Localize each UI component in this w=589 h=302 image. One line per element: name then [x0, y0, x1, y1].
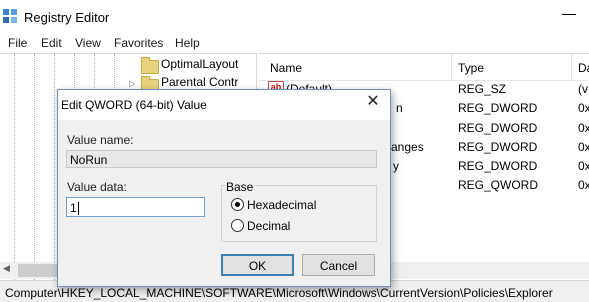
menu-file-label: File	[8, 36, 28, 50]
menu-edit[interactable]: Edit	[41, 36, 62, 50]
radio-hexadecimal[interactable]	[231, 198, 244, 211]
values-list-header	[259, 53, 589, 81]
menu-edit-label: Edit	[41, 36, 62, 50]
folder-icon	[141, 57, 159, 74]
menu-view[interactable]: View	[75, 36, 101, 50]
column-separator[interactable]	[571, 54, 572, 79]
value-data: 0x	[578, 101, 589, 115]
value-type: REG_QWORD	[458, 178, 539, 192]
value-data-text: 1	[70, 201, 77, 215]
column-separator[interactable]	[451, 54, 452, 79]
menu-help-label: Help	[175, 36, 200, 50]
value-type: REG_DWORD	[458, 101, 538, 115]
ok-button[interactable]: OK	[221, 254, 294, 276]
value-data: 0x	[578, 159, 589, 173]
value-data-label: Value data:	[67, 180, 127, 194]
registry-editor-icon	[3, 9, 17, 23]
status-path: Computer\HKEY_LOCAL_MACHINE\SOFTWARE\Mic…	[5, 286, 553, 300]
value-name-label: Value name:	[67, 133, 134, 147]
tree-guide-line	[54, 54, 55, 284]
tree-guide-line	[14, 54, 15, 284]
base-group-label: Base	[225, 180, 255, 194]
value-data: 0x	[578, 121, 589, 135]
value-data-input[interactable]: 1	[66, 197, 205, 217]
window-title: Registry Editor	[24, 10, 110, 25]
column-name[interactable]: Name	[270, 61, 302, 75]
column-data[interactable]: Da	[578, 61, 589, 75]
scroll-left-arrow-icon[interactable]: ◀	[3, 263, 10, 274]
cancel-button[interactable]: Cancel	[302, 254, 375, 276]
value-data: 0x	[578, 140, 589, 154]
minimize-button[interactable]	[562, 14, 576, 15]
value-type: REG_SZ	[458, 82, 507, 96]
expand-arrow-icon[interactable]: ▷	[129, 79, 135, 88]
tree-item-optimallayout[interactable]: OptimalLayout	[161, 57, 238, 71]
radio-decimal[interactable]	[231, 219, 244, 232]
value-data: 0x	[578, 178, 589, 192]
tree-guide-line	[34, 54, 35, 284]
menu-help[interactable]: Help	[175, 36, 200, 50]
value-name[interactable]: n	[396, 101, 403, 115]
value-type: REG_DWORD	[458, 140, 538, 154]
menu-favorites[interactable]: Favorites	[114, 36, 163, 50]
value-type: REG_DWORD	[458, 121, 538, 135]
radio-hexadecimal-label[interactable]: Hexadecimal	[247, 198, 316, 212]
tree-item-parental-controls[interactable]: Parental Contr	[161, 75, 238, 89]
value-name[interactable]: anges	[391, 140, 424, 154]
radio-decimal-label[interactable]: Decimal	[247, 219, 290, 233]
value-name[interactable]: y	[393, 159, 399, 173]
menu-view-label: View	[75, 36, 101, 50]
value-type: REG_DWORD	[458, 159, 538, 173]
value-data: (v	[578, 82, 588, 96]
text-caret	[77, 202, 79, 216]
value-name-field: NoRun	[66, 150, 377, 168]
menu-favorites-label: Favorites	[114, 36, 164, 50]
menu-file[interactable]: File	[8, 36, 27, 50]
close-icon[interactable]: ✕	[363, 92, 383, 112]
radio-selected-dot	[235, 202, 240, 207]
dialog-title: Edit QWORD (64-bit) Value	[61, 98, 207, 112]
column-type[interactable]: Type	[458, 61, 484, 75]
